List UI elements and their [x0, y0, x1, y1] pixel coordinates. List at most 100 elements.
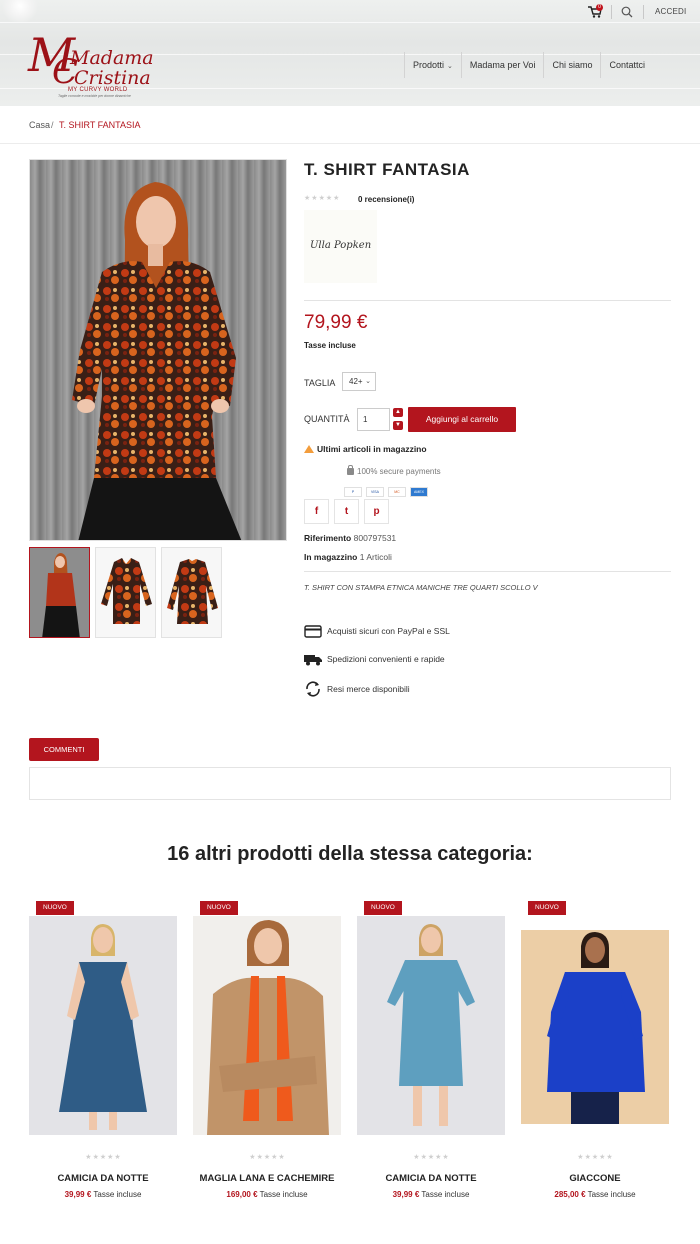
product-card-price: 169,00 € Tasse incluse: [193, 1190, 341, 1199]
product-card[interactable]: NUOVO ★ ★ ★ ★ ★ CAMICIA DA NOTTE 39,99 € Tas…: [29, 898, 179, 1208]
star-icon: ★: [304, 195, 311, 202]
product-card-name[interactable]: CAMICIA DA NOTTE: [29, 1173, 177, 1184]
price-amount: 169,00 €: [226, 1190, 258, 1199]
nav-item-chi-siamo[interactable]: Chi siamo: [543, 52, 600, 78]
star-icon: ★: [413, 1154, 420, 1161]
star-icon: ★: [333, 195, 340, 202]
star-icon: ★: [318, 195, 325, 202]
product-thumbnail[interactable]: [161, 547, 222, 638]
nightgown-photo: [357, 916, 505, 1135]
breadcrumb-separator: /: [51, 120, 54, 130]
product-rating-stars: ★ ★ ★ ★ ★: [357, 1154, 505, 1162]
product-card-image[interactable]: [521, 916, 669, 1135]
new-badge: NUOVO: [200, 901, 238, 915]
brand-logo[interactable]: Ulla Popken: [304, 210, 377, 283]
review-count[interactable]: 0 recensione(i): [358, 195, 414, 204]
quantity-label: QUANTITÀ: [304, 414, 350, 424]
product-card[interactable]: NUOVO ★ ★ ★ ★ ★ MAGLIA LANA E CACHEMIRE 169,…: [193, 898, 343, 1208]
product-stock: In magazzino 1 Articoli: [304, 552, 392, 562]
product-rating-stars: ★ ★ ★ ★ ★: [29, 1154, 177, 1162]
site-header: 0 ACCEDI M C Madama Cristina MY CURVY WO…: [0, 0, 700, 106]
brand-signature: Ulla Popken: [310, 240, 372, 251]
new-badge: NUOVO: [364, 901, 402, 915]
facebook-share-button[interactable]: f: [304, 499, 329, 524]
stock-warning-text: Ultimi articoli in magazzino: [317, 444, 427, 454]
star-icon: ★: [435, 1154, 442, 1161]
product-card-price: 39,99 € Tasse incluse: [357, 1190, 505, 1199]
product-card-price: 285,00 € Tasse incluse: [521, 1190, 669, 1199]
stock-label: In magazzino: [304, 552, 358, 562]
search-icon[interactable]: [621, 6, 633, 18]
divider: [611, 5, 612, 19]
reassurance-item: Spedizioni convenienti e rapide: [304, 652, 445, 666]
product-main-image[interactable]: [29, 159, 287, 541]
product-thumbnail[interactable]: [95, 547, 156, 638]
thumbnail-image: [101, 558, 152, 624]
breadcrumb-current[interactable]: T. SHIRT FANTASIA: [59, 120, 141, 130]
stock-value: 1 Articoli: [359, 552, 392, 562]
quantity-increase-button[interactable]: ▲: [393, 408, 403, 417]
star-icon: ★: [263, 1154, 271, 1161]
price-tax-note: Tasse incluse: [93, 1190, 142, 1199]
pinterest-share-button[interactable]: p: [364, 499, 389, 524]
stock-warning: Ultimi articoli in magazzino: [304, 444, 427, 454]
size-select[interactable]: 42+ ⌄: [342, 372, 376, 391]
nav-item-contatti[interactable]: Contattci: [600, 52, 653, 78]
refresh-icon: [306, 681, 320, 697]
lock-icon: [347, 465, 354, 475]
price-amount: 285,00 €: [554, 1190, 586, 1199]
product-card[interactable]: NUOVO ★ ★ ★ ★ ★ CAMICIA DA NOTTE 39,99 € Tas…: [357, 898, 507, 1208]
star-icon: ★: [99, 1154, 107, 1161]
star-icon: ★: [271, 1154, 278, 1161]
reference-value: 800797531: [353, 533, 397, 543]
star-icon: ★: [107, 1154, 114, 1161]
size-value: 42+: [349, 377, 363, 386]
star-icon: ★: [577, 1154, 584, 1161]
star-icon: ★: [311, 195, 318, 202]
tab-comments[interactable]: COMMENTI: [29, 738, 99, 761]
nav-item-madama-per-voi[interactable]: Madama per Voi: [460, 52, 544, 78]
star-icon: ★: [114, 1154, 121, 1161]
product-card-image[interactable]: [357, 916, 505, 1135]
add-to-cart-button[interactable]: Aggiungi al carrello: [408, 407, 516, 432]
twitter-icon: t: [344, 506, 349, 517]
product-rating-stars: ★ ★ ★ ★ ★: [304, 195, 339, 203]
cart-count-badge: 0: [596, 4, 603, 11]
size-label: TAGLIA: [304, 378, 336, 388]
price-tax-note: Tasse incluse: [421, 1190, 470, 1199]
reassurance-item: Resi merce disponibili: [304, 680, 410, 698]
product-card-name[interactable]: GIACCONE: [521, 1173, 669, 1184]
product-card[interactable]: NUOVO ★ ★ ★ ★ ★ GIACCONE 285,00 € Tasse incl…: [521, 898, 671, 1208]
breadcrumb-home-link[interactable]: Casa: [29, 120, 50, 130]
mastercard-card-icon: MC: [388, 487, 406, 497]
main-nav: Prodotti ⌄ Madama per Voi Chi siamo Conta…: [404, 52, 653, 78]
pinterest-icon: p: [373, 506, 380, 517]
chevron-down-icon: ⌄: [365, 378, 371, 385]
product-thumbnail[interactable]: [29, 547, 90, 638]
product-reference: Riferimento 800797531: [304, 533, 396, 543]
sweater-photo: [193, 916, 341, 1135]
twitter-share-button[interactable]: t: [334, 499, 359, 524]
comments-panel: [29, 767, 671, 800]
star-icon: ★: [599, 1154, 606, 1161]
product-card-image[interactable]: [29, 916, 177, 1135]
nav-item-prodotti[interactable]: Prodotti ⌄: [404, 52, 461, 78]
star-icon: ★: [427, 1154, 435, 1161]
credit-card-icon: [304, 625, 322, 638]
quantity-decrease-button[interactable]: ▼: [393, 421, 403, 430]
product-rating-stars: ★ ★ ★ ★ ★: [193, 1154, 341, 1162]
product-card-name[interactable]: CAMICIA DA NOTTE: [357, 1173, 505, 1184]
logo-tagline: MY CURVY WORLD: [68, 87, 128, 93]
login-link[interactable]: ACCEDI: [655, 7, 686, 16]
product-price: 79,99 €: [304, 312, 368, 333]
warning-icon: [304, 445, 314, 453]
site-logo[interactable]: M C Madama Cristina MY CURVY WORLD Tagli…: [28, 32, 154, 100]
quantity-input[interactable]: 1: [357, 408, 390, 431]
product-card-image[interactable]: [193, 916, 341, 1135]
product-card-name[interactable]: MAGLIA LANA E CACHEMIRE: [193, 1173, 341, 1184]
star-icon: ★: [249, 1154, 256, 1161]
visa-card-icon: VISA: [366, 487, 384, 497]
star-icon: ★: [325, 195, 333, 202]
star-icon: ★: [92, 1154, 99, 1161]
thumbnail-image: [167, 559, 218, 624]
